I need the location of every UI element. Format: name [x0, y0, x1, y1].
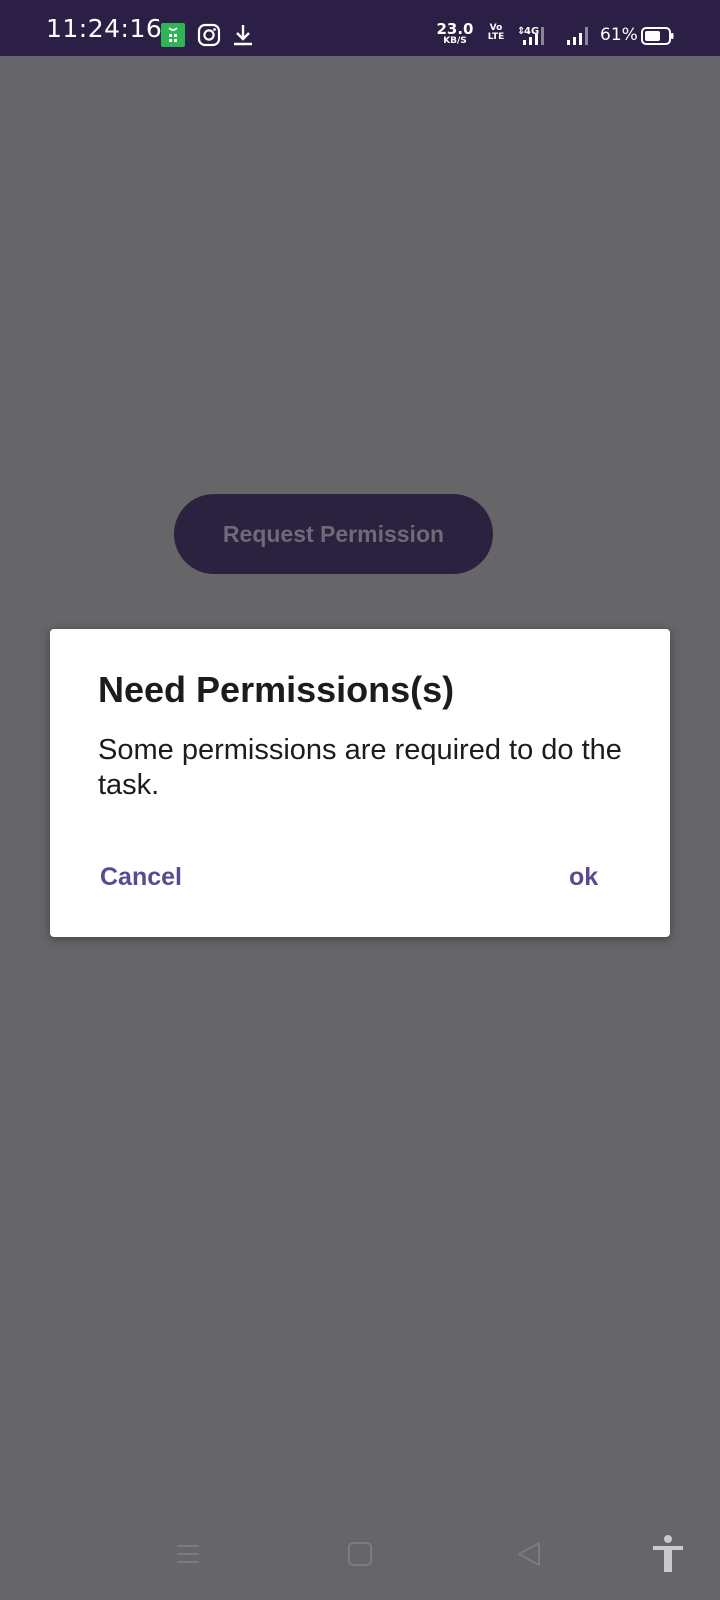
battery-percent: 61%	[600, 25, 638, 45]
menu-icon[interactable]	[174, 1540, 202, 1572]
dialog-title: Need Permissions(s)	[98, 669, 455, 710]
accessibility-icon[interactable]	[650, 1534, 686, 1578]
back-icon[interactable]	[515, 1540, 543, 1572]
ok-button[interactable]: ok	[569, 863, 598, 892]
request-permission-button[interactable]: Request Permission	[174, 494, 493, 574]
cancel-button[interactable]: Cancel	[100, 863, 182, 892]
network-speed: 23.0 KB/S	[436, 20, 474, 46]
signal-icon	[565, 24, 595, 52]
home-icon[interactable]	[346, 1540, 374, 1572]
download-icon	[231, 23, 255, 51]
navigation-bar	[0, 1516, 720, 1600]
status-time: 11:24:16	[46, 14, 163, 43]
instagram-icon	[197, 23, 221, 51]
app-notification-icon	[161, 23, 185, 51]
volte-indicator: Vo LTE	[487, 23, 505, 43]
dialog-message: Some permissions are required to do the …	[98, 734, 622, 801]
battery-icon	[641, 26, 675, 50]
permission-dialog: Need Permissions(s) Some permissions are…	[50, 629, 670, 937]
status-bar: 11:24:16 23.0 KB/S Vo LTE ⇕ 4G 61%	[0, 0, 720, 56]
signal-4g-icon: ⇕ 4G	[517, 24, 557, 52]
